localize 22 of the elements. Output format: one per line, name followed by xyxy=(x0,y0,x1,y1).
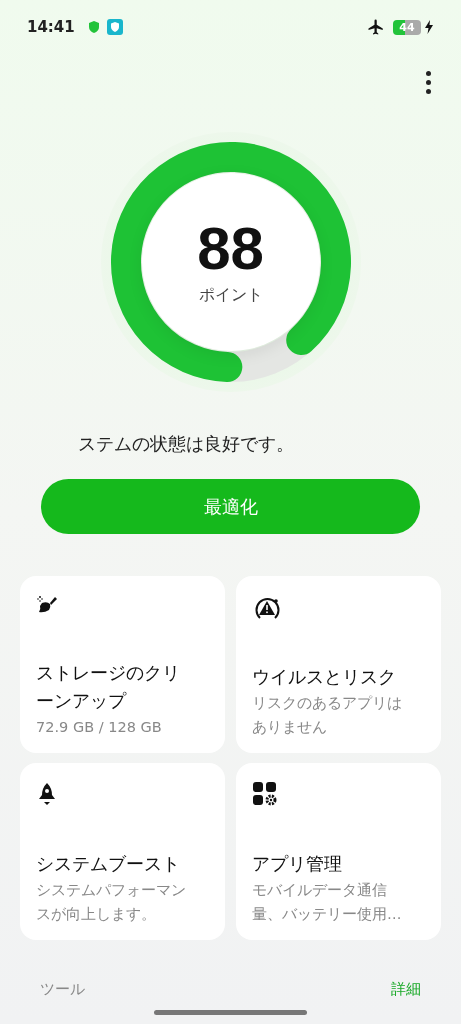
card-subtitle: 72.9 GB / 128 GB xyxy=(36,718,163,737)
airplane-icon xyxy=(367,18,385,36)
shield-icon xyxy=(86,20,101,34)
card-subtitle: システムパフォーマンスが向上します。 xyxy=(36,881,187,924)
card-title: システムブースト xyxy=(36,852,181,876)
card-subtitle: モバイルデータ通信量、バッテリー使用… xyxy=(252,881,403,924)
rocket-icon xyxy=(36,781,58,807)
card-title: ウイルスとリスク xyxy=(252,665,397,689)
feature-card[interactable]: アプリ管理 モバイルデータ通信量、バッテリー使用… xyxy=(236,763,441,940)
status-message: ステムの状態は良好です。 xyxy=(78,433,294,454)
card-subtitle: リスクのあるアプリはありません xyxy=(252,694,403,737)
charging-icon xyxy=(424,20,434,34)
card-title: アプリ管理 xyxy=(252,852,343,876)
card-title: ストレージのクリーンアップ xyxy=(36,661,181,713)
feature-card[interactable]: システムブースト システムパフォーマンスが向上します。 xyxy=(20,763,225,940)
score-unit: ポイント xyxy=(198,284,263,306)
score-value: 88 xyxy=(197,217,264,281)
feature-card[interactable]: ウイルスとリスク リスクのあるアプリはありません xyxy=(236,576,441,753)
shield-icon xyxy=(106,19,123,35)
apps-settings-icon xyxy=(252,781,278,807)
feature-card[interactable]: ストレージのクリーンアップ 72.9 GB / 128 GB xyxy=(20,576,225,753)
status-time: 14:41 xyxy=(27,16,75,38)
